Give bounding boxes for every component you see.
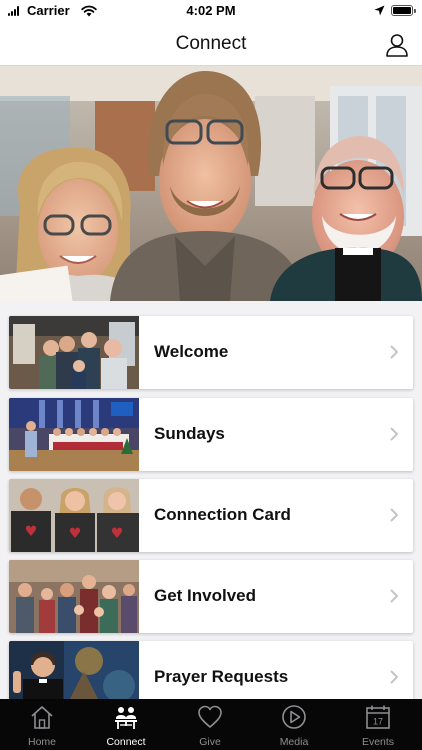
calendar-day-number: 17 [373, 717, 383, 727]
page-title: Connect [175, 33, 247, 54]
chevron-right-icon [390, 589, 398, 603]
welcome-thumbnail [9, 316, 139, 389]
menu-item-label: Welcome [154, 342, 229, 361]
tab-bar: Home Connect Give Media 17 Events [0, 699, 422, 750]
menu-item-label: Get Involved [154, 586, 257, 605]
tab-connect[interactable]: Connect [84, 699, 168, 750]
tab-label: Home [27, 736, 56, 748]
sundays-thumbnail [9, 398, 139, 471]
play-icon [282, 705, 306, 729]
navigation-bar: Connect [0, 22, 422, 66]
menu-item-label: Sundays [154, 424, 225, 443]
tab-label: Events [361, 736, 395, 748]
home-icon [31, 706, 53, 729]
chevron-right-icon [390, 427, 398, 441]
tab-label: Connect [106, 736, 146, 748]
tab-events[interactable]: 17 Events [336, 699, 420, 750]
clock: 4:02 PM [186, 3, 236, 18]
location-arrow-icon [374, 5, 385, 16]
menu-item-sundays[interactable]: Sundays [9, 398, 413, 471]
tab-media[interactable]: Media [252, 699, 336, 750]
connection-card-thumbnail [9, 479, 139, 552]
menu-item-welcome[interactable]: Welcome [9, 316, 413, 389]
chevron-right-icon [390, 345, 398, 359]
tab-label: Give [199, 736, 221, 748]
menu-item-prayer-requests[interactable]: Prayer Requests [9, 641, 413, 699]
heart-icon [198, 705, 222, 728]
tab-home[interactable]: Home [0, 699, 84, 750]
people-icon [115, 707, 137, 729]
hero-photo [0, 66, 422, 301]
chevron-right-icon [390, 508, 398, 522]
tab-label: Media [279, 736, 309, 748]
get-involved-thumbnail [9, 560, 139, 633]
menu-item-label: Prayer Requests [154, 667, 289, 686]
prayer-requests-thumbnail [9, 641, 139, 699]
menu-item-label: Connection Card [154, 505, 291, 524]
battery-icon [391, 5, 416, 16]
chevron-right-icon [390, 670, 398, 684]
menu-item-connection-card[interactable]: Connection Card [9, 479, 413, 552]
tab-give[interactable]: Give [168, 699, 252, 750]
status-bar: Carrier 4:02 PM [0, 0, 422, 22]
connect-menu-list: Welcome Sundays Connection Card Get Invo… [0, 301, 422, 699]
profile-button[interactable] [384, 32, 410, 58]
calendar-icon: 17 [366, 705, 390, 729]
app-screen: Carrier 4:02 PM Connect Welcome Sundays … [0, 0, 422, 750]
menu-item-get-involved[interactable]: Get Involved [9, 560, 413, 633]
